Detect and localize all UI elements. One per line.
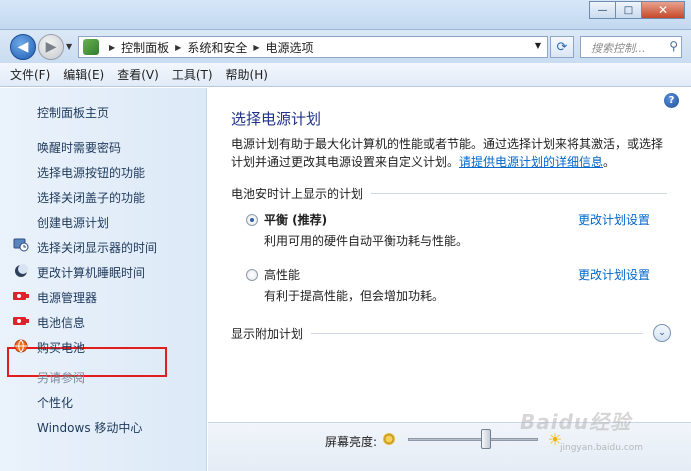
address-bar[interactable]: ▶ 控制面板 ▶ 系统和安全 ▶ 电源选项 ▼ xyxy=(78,36,548,58)
section-heading[interactable]: 显示附加计划 xyxy=(231,325,311,342)
sidebar-item-wake-password[interactable]: 唤醒时需要密码 xyxy=(37,139,121,156)
see-also-heading: 另请参阅 xyxy=(37,371,86,385)
sleep-moon-icon xyxy=(13,264,29,278)
highlight-annotation xyxy=(7,347,167,377)
minimize-button[interactable]: — xyxy=(589,1,616,19)
menu-edit[interactable]: 编辑(E) xyxy=(63,66,104,83)
search-placeholder: 搜索控制... xyxy=(591,42,646,55)
watermark-url: jingyan.baidu.com xyxy=(560,443,644,453)
address-dropdown-icon[interactable]: ▼ xyxy=(535,41,541,50)
breadcrumb-separator-icon[interactable]: ▶ xyxy=(175,43,181,52)
brightness-label: 屏幕亮度: xyxy=(325,435,378,449)
control-panel-icon xyxy=(83,39,99,55)
plan-balanced-desc: 利用可用的硬件自动平衡功耗与性能。 xyxy=(264,234,469,248)
menu-tools[interactable]: 工具(T) xyxy=(172,66,213,83)
menu-view[interactable]: 查看(V) xyxy=(117,66,159,83)
expand-chevron-icon[interactable]: ⌄ xyxy=(653,324,671,342)
sidebar-item-power-manager[interactable]: 电源管理器 xyxy=(37,289,97,306)
sidebar: 控制面板主页 唤醒时需要密码 选择电源按钮的功能 选择关闭盖子的功能 创建电源计… xyxy=(0,88,207,471)
brightness-slider-thumb[interactable] xyxy=(481,429,491,449)
display-timer-icon xyxy=(13,238,29,252)
sidebar-item-battery-info[interactable]: 电池信息 xyxy=(37,314,85,331)
power-manager-icon xyxy=(13,289,29,303)
section-divider xyxy=(371,192,667,194)
sidebar-item-lid-close[interactable]: 选择关闭盖子的功能 xyxy=(37,189,145,206)
back-button[interactable]: ◀ xyxy=(10,34,36,60)
breadcrumb-separator-icon[interactable]: ▶ xyxy=(253,43,259,52)
breadcrumb-power-options[interactable]: 电源选项 xyxy=(266,39,314,56)
description-line-1: 电源计划有助于最大化计算机的性能或者节能。通过选择计划来将其激活，或选择 xyxy=(231,137,664,151)
breadcrumb-control-panel[interactable]: 控制面板 xyxy=(121,39,169,56)
forward-button[interactable]: ▶ xyxy=(38,34,64,60)
refresh-icon: ⟳ xyxy=(556,39,568,55)
description-line-2: 计划并通过更改其电源设置来自定义计划。 xyxy=(231,155,460,169)
section-heading: 电池安时计上显示的计划 xyxy=(231,186,364,201)
plan-high-performance-name[interactable]: 高性能 xyxy=(264,266,300,283)
plan-high-performance-radio[interactable] xyxy=(246,269,258,281)
window-controls: — □ ✕ xyxy=(589,1,685,19)
battery-plans-section: 电池安时计上显示的计划 xyxy=(231,185,667,201)
sidebar-item-personalization[interactable]: 个性化 xyxy=(37,394,73,411)
close-button[interactable]: ✕ xyxy=(641,1,685,19)
sidebar-control-panel-home[interactable]: 控制面板主页 xyxy=(37,104,109,121)
plan-balanced-name[interactable]: 平衡 (推荐) xyxy=(264,211,327,228)
refresh-button[interactable]: ⟳ xyxy=(550,36,574,58)
watermark-logo: Baidu经验 xyxy=(520,410,632,434)
search-input[interactable]: 搜索控制... ⚲ xyxy=(580,36,682,58)
menu-bar: 文件(F) 编辑(E) 查看(V) 工具(T) 帮助(H) xyxy=(0,63,691,87)
menu-help[interactable]: 帮助(H) xyxy=(226,66,268,83)
brightness-slider-track[interactable] xyxy=(408,438,538,441)
page-description: 电源计划有助于最大化计算机的性能或者节能。通过选择计划来将其激活，或选择 计划并… xyxy=(231,135,671,171)
extra-plans-section[interactable]: 显示附加计划 xyxy=(231,325,643,341)
sidebar-item-power-button[interactable]: 选择电源按钮的功能 xyxy=(37,164,145,181)
plan-details-link[interactable]: 请提供电源计划的详细信息 xyxy=(459,155,603,169)
plan-balanced-radio[interactable] xyxy=(246,214,258,226)
plan-high-performance-desc: 有利于提高性能，但会增加功耗。 xyxy=(264,289,445,303)
description-end: 。 xyxy=(603,155,616,169)
help-icon[interactable]: ? xyxy=(664,93,679,108)
plan-balanced-settings-link[interactable]: 更改计划设置 xyxy=(578,211,650,228)
plan-high-performance-settings-link[interactable]: 更改计划设置 xyxy=(578,266,650,283)
sidebar-item-sleep-time[interactable]: 更改计算机睡眠时间 xyxy=(37,264,145,281)
breadcrumb-separator-icon[interactable]: ▶ xyxy=(109,43,115,52)
globe-icon xyxy=(13,339,29,353)
breadcrumb-system-security[interactable]: 系统和安全 xyxy=(187,39,247,56)
title-bar: — □ ✕ xyxy=(0,0,691,30)
menu-file[interactable]: 文件(F) xyxy=(10,66,50,83)
battery-info-icon xyxy=(13,314,29,328)
page-title: 选择电源计划 xyxy=(231,110,322,128)
dim-sun-icon xyxy=(383,433,395,445)
section-divider xyxy=(311,332,643,334)
sidebar-item-buy-battery[interactable]: 购买电池 xyxy=(37,339,85,356)
search-icon[interactable]: ⚲ xyxy=(669,39,678,53)
history-dropdown-icon[interactable]: ▼ xyxy=(66,42,72,51)
sidebar-item-display-off[interactable]: 选择关闭显示器的时间 xyxy=(37,239,157,256)
navigation-bar: ◀ ▶ ▼ ▶ 控制面板 ▶ 系统和安全 ▶ 电源选项 ▼ ⟳ 搜索控制... … xyxy=(0,30,691,63)
sidebar-item-mobility-center[interactable]: Windows 移动中心 xyxy=(37,419,142,436)
sidebar-item-create-plan[interactable]: 创建电源计划 xyxy=(37,214,109,231)
maximize-button[interactable]: □ xyxy=(615,1,642,19)
